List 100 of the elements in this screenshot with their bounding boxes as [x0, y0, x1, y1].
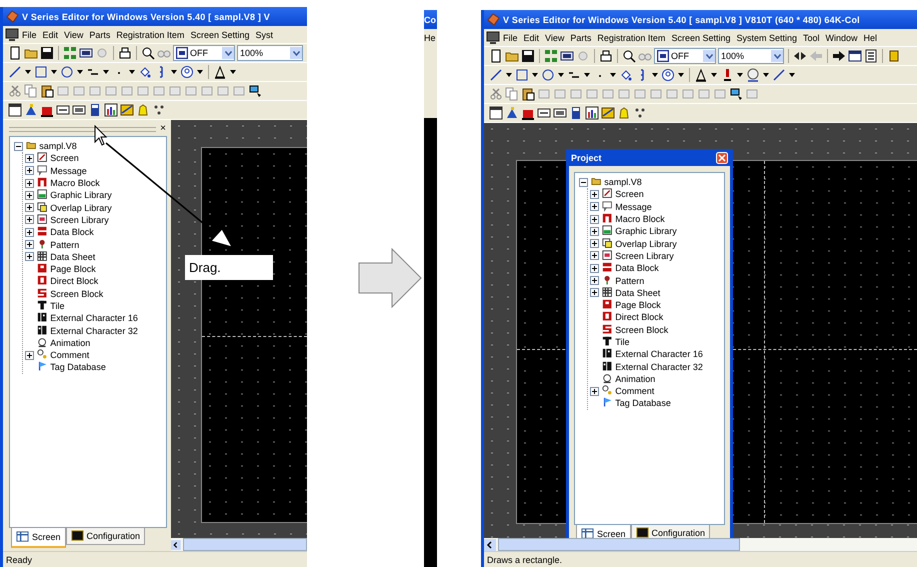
expand-button[interactable]: [25, 350, 34, 360]
display-icon[interactable]: [560, 49, 574, 63]
line-tool-icon[interactable]: [489, 68, 503, 82]
menu-item[interactable]: Registration Item: [113, 30, 188, 40]
scale-icon[interactable]: [505, 106, 519, 120]
tree-item[interactable]: Screen: [50, 153, 79, 164]
scissors-icon[interactable]: [8, 84, 22, 98]
expand-button[interactable]: [590, 226, 599, 236]
switch-icon[interactable]: [633, 106, 647, 120]
character-display-icon[interactable]: [553, 106, 567, 120]
tree-item[interactable]: Comment: [50, 350, 90, 360]
scrollbar-thumb[interactable]: [498, 538, 740, 551]
circle-tool-icon[interactable]: [541, 68, 555, 82]
menu-item[interactable]: Edit: [40, 30, 62, 40]
circle-icon[interactable]: [661, 68, 675, 82]
tree-item[interactable]: sampl.V8: [604, 177, 642, 188]
expand-button[interactable]: [14, 142, 23, 151]
tab[interactable]: Screen: [11, 528, 66, 548]
tree-item[interactable]: External Character 16: [615, 349, 703, 360]
menu-item[interactable]: Screen Setting: [668, 32, 734, 42]
menu-item[interactable]: Syst: [252, 30, 276, 40]
tree-item[interactable]: Data Sheet: [615, 288, 660, 298]
expand-button[interactable]: [579, 178, 588, 187]
tree-item[interactable]: Screen Block: [615, 324, 668, 335]
zoom-dropdown[interactable]: 100%: [718, 48, 784, 64]
circle-tool-icon[interactable]: [60, 65, 74, 79]
palette-icon[interactable]: [746, 68, 760, 82]
switch-icon[interactable]: [152, 103, 166, 117]
tree-item[interactable]: Screen: [615, 189, 644, 200]
menu-item[interactable]: Screen Setting: [187, 30, 252, 40]
menu-item[interactable]: View: [61, 30, 86, 40]
close-button[interactable]: ×: [159, 124, 167, 134]
tree-item[interactable]: Message: [615, 202, 652, 212]
expand-button[interactable]: [590, 386, 599, 396]
menu-item[interactable]: Tool: [800, 32, 823, 42]
save-icon[interactable]: [40, 46, 54, 60]
calculator-icon[interactable]: [88, 103, 102, 117]
forward-arrow-icon[interactable]: [832, 49, 846, 63]
expand-button[interactable]: [590, 202, 599, 212]
network-icon[interactable]: [63, 46, 77, 60]
close-button[interactable]: [716, 152, 728, 164]
tree-item[interactable]: Comment: [615, 386, 654, 396]
bell-icon[interactable]: [617, 106, 631, 120]
menu-item[interactable]: System Setting: [733, 32, 800, 42]
line-tool-icon[interactable]: [8, 65, 22, 79]
tree-item[interactable]: Data Block: [50, 227, 94, 238]
tab[interactable]: Configuration: [630, 525, 710, 538]
expand-button[interactable]: [25, 228, 34, 237]
tree-item[interactable]: Tile: [50, 301, 64, 311]
tree-item[interactable]: Macro Block: [615, 214, 665, 224]
tree-item[interactable]: Animation: [50, 338, 90, 348]
tree-item[interactable]: External Character 32: [50, 326, 138, 336]
help-icon[interactable]: [887, 49, 901, 63]
trend-graph-icon[interactable]: [601, 106, 615, 120]
tree-item[interactable]: Macro Block: [50, 178, 100, 188]
bar-graph-icon[interactable]: [585, 106, 599, 120]
scroll-left-icon[interactable]: [484, 538, 496, 550]
bell-icon[interactable]: [136, 103, 150, 117]
tree-item[interactable]: Direct Block: [50, 276, 98, 286]
tree-item[interactable]: Data Block: [615, 263, 659, 274]
selection-icon[interactable]: [729, 87, 743, 101]
rectangle-tool-icon[interactable]: [515, 68, 529, 82]
horizontal-scrollbar[interactable]: [484, 538, 917, 551]
tree-item[interactable]: External Character 16: [50, 313, 138, 324]
tree-item[interactable]: Graphic Library: [50, 190, 112, 200]
expand-button[interactable]: [25, 178, 34, 188]
tree-item[interactable]: Tag Database: [50, 362, 106, 372]
character-display-icon[interactable]: [72, 103, 86, 117]
expand-button[interactable]: [25, 190, 34, 200]
menu-item[interactable]: Parts: [86, 30, 114, 40]
new-file-icon[interactable]: [489, 49, 503, 63]
trend-graph-icon[interactable]: [120, 103, 134, 117]
tree-item[interactable]: Graphic Library: [615, 226, 677, 236]
tree-item[interactable]: External Character 32: [615, 362, 703, 372]
tree-item[interactable]: Page Block: [615, 300, 661, 310]
tab[interactable]: Configuration: [66, 528, 146, 545]
selection-icon[interactable]: [248, 84, 262, 98]
numeric-display-icon[interactable]: [56, 103, 70, 117]
menu-item[interactable]: Hel: [860, 32, 880, 42]
expand-button[interactable]: [25, 240, 34, 250]
paint-icon[interactable]: [619, 68, 633, 82]
display-dropdown[interactable]: OFF: [654, 48, 716, 64]
monitor-icon[interactable]: [486, 30, 500, 44]
tree-item[interactable]: Data Sheet: [50, 252, 96, 262]
new-file-icon[interactable]: [8, 46, 22, 60]
tree-item[interactable]: Screen Block: [50, 288, 104, 299]
tree-item[interactable]: Pattern: [50, 240, 80, 250]
tree-item[interactable]: sampl.V8: [39, 141, 77, 152]
expand-button[interactable]: [25, 166, 34, 176]
monitor-icon[interactable]: [5, 28, 19, 42]
tree-item[interactable]: Direct Block: [615, 312, 664, 322]
window-icon[interactable]: [489, 106, 503, 120]
display-icon[interactable]: [79, 46, 93, 60]
expand-button[interactable]: [590, 239, 599, 248]
circle-icon[interactable]: [180, 65, 194, 79]
menu-item[interactable]: Registration Item: [594, 32, 668, 42]
zoom-icon[interactable]: [141, 46, 155, 60]
tree-item[interactable]: Screen Library: [615, 250, 674, 261]
display-dropdown[interactable]: OFF: [173, 45, 235, 61]
scissors-icon[interactable]: [489, 87, 503, 101]
